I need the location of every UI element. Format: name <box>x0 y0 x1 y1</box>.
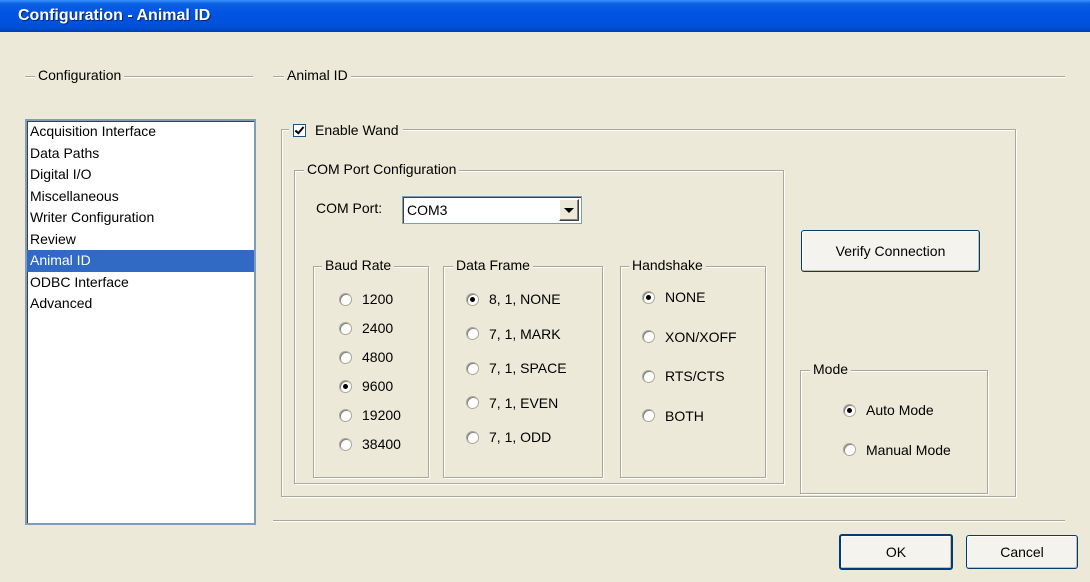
handshake-radio-rts-cts[interactable]: RTS/CTS <box>642 368 725 384</box>
baud-option-label: 4800 <box>362 349 394 365</box>
configuration-group-label: Configuration <box>35 67 125 83</box>
dropdown-arrow-button[interactable] <box>559 199 579 221</box>
nav-item-miscellaneous[interactable]: Miscellaneous <box>27 186 254 208</box>
data-frame-radio-7-1-mark[interactable]: 7, 1, MARK <box>466 326 561 342</box>
enable-wand-label: Enable Wand <box>315 122 399 138</box>
handshake-option-label: NONE <box>665 289 706 305</box>
radio-circle-icon[interactable] <box>339 321 352 335</box>
data-frame-option-label: 7, 1, MARK <box>489 325 561 342</box>
radio-circle-icon[interactable] <box>642 290 655 304</box>
data-frame-option-label: 7, 1, ODD <box>489 429 552 445</box>
nav-item-advanced[interactable]: Advanced <box>27 293 254 315</box>
mode-frame <box>800 370 988 494</box>
baud-option-label: 19200 <box>362 407 401 423</box>
radio-circle-icon[interactable] <box>339 350 352 364</box>
data-frame-radio-7-1-space[interactable]: 7, 1, SPACE <box>466 360 567 376</box>
verify-connection-button[interactable]: Verify Connection <box>801 230 980 272</box>
handshake-option-label: BOTH <box>665 407 704 424</box>
radio-circle-icon[interactable] <box>642 409 655 422</box>
mode-radio-auto-mode[interactable]: Auto Mode <box>843 402 934 418</box>
handshake-radio-xon-xoff[interactable]: XON/XOFF <box>642 329 737 345</box>
data-frame-radio-8-1-none[interactable]: 8, 1, NONE <box>466 291 561 307</box>
handshake-radio-both[interactable]: BOTH <box>642 408 704 424</box>
data-frame-option-label: 7, 1, EVEN <box>489 394 559 411</box>
checkbox-box[interactable] <box>293 123 306 137</box>
mode-option-label: Auto Mode <box>866 402 934 418</box>
data-frame-label: Data Frame <box>453 257 533 273</box>
mode-option-label: Manual Mode <box>866 441 951 458</box>
baud-radio-9600[interactable]: 9600 <box>339 378 393 394</box>
baud-rate-label: Baud Rate <box>322 257 395 273</box>
nav-item-data-paths[interactable]: Data Paths <box>27 143 254 165</box>
radio-circle-icon[interactable] <box>466 327 479 340</box>
baud-option-label: 38400 <box>362 436 401 452</box>
nav-item-acquisition-interface[interactable]: Acquisition Interface <box>27 121 254 143</box>
radio-circle-icon[interactable] <box>339 437 352 451</box>
configuration-list[interactable]: Acquisition Interface Data Paths Digital I… <box>25 119 256 525</box>
radio-circle-icon[interactable] <box>642 330 655 343</box>
com-port-select[interactable]: COM3 <box>402 196 582 224</box>
radio-circle-icon[interactable] <box>339 379 352 393</box>
nav-item-writer-configuration[interactable]: Writer Configuration <box>27 207 254 229</box>
data-frame-radio-7-1-even[interactable]: 7, 1, EVEN <box>466 395 558 411</box>
baud-radio-4800[interactable]: 4800 <box>339 349 393 365</box>
radio-circle-icon[interactable] <box>466 430 479 444</box>
com-port-label: COM Port: <box>316 200 383 216</box>
animal-id-group-line <box>273 76 1065 78</box>
mode-radio-manual-mode[interactable]: Manual Mode <box>843 442 951 458</box>
data-frame-option-label: 7, 1, SPACE <box>489 360 567 376</box>
handshake-label: Handshake <box>629 257 706 273</box>
com-port-value: COM3 <box>407 202 448 218</box>
cancel-button[interactable]: Cancel <box>966 535 1078 569</box>
nav-item-digital-i-o[interactable]: Digital I/O <box>27 164 254 186</box>
handshake-option-label: RTS/CTS <box>665 368 725 384</box>
baud-option-label: 2400 <box>362 320 394 336</box>
nav-item-review[interactable]: Review <box>27 229 254 251</box>
nav-item-animal-id[interactable]: Animal ID <box>27 250 254 272</box>
mode-label: Mode <box>810 361 852 377</box>
baud-radio-19200[interactable]: 19200 <box>339 407 401 423</box>
baud-radio-38400[interactable]: 38400 <box>339 436 401 452</box>
radio-circle-icon[interactable] <box>339 292 352 306</box>
baud-option-label: 9600 <box>362 378 394 394</box>
radio-circle-icon[interactable] <box>843 443 856 456</box>
handshake-option-label: XON/XOFF <box>665 328 737 345</box>
title-bar[interactable]: Configuration - Animal ID <box>0 0 1090 32</box>
ok-button[interactable]: OK <box>839 534 953 570</box>
radio-circle-icon[interactable] <box>466 361 479 375</box>
com-port-config-label: COM Port Configuration <box>304 161 460 177</box>
baud-radio-1200[interactable]: 1200 <box>339 291 393 307</box>
enable-wand-checkbox[interactable]: Enable Wand <box>289 121 403 139</box>
radio-circle-icon[interactable] <box>339 408 352 422</box>
animal-id-group-label: Animal ID <box>284 67 351 83</box>
radio-circle-icon[interactable] <box>843 403 856 417</box>
radio-circle-icon[interactable] <box>466 292 479 306</box>
window-title: Configuration - Animal ID <box>18 7 211 24</box>
radio-circle-icon[interactable] <box>466 396 479 409</box>
baud-option-label: 1200 <box>362 291 394 307</box>
footer-separator <box>273 520 1065 522</box>
data-frame-option-label: 8, 1, NONE <box>489 291 561 307</box>
radio-circle-icon[interactable] <box>642 369 655 383</box>
nav-item-odbc-interface[interactable]: ODBC Interface <box>27 272 254 294</box>
handshake-radio-none[interactable]: NONE <box>642 289 705 305</box>
data-frame-radio-7-1-odd[interactable]: 7, 1, ODD <box>466 429 551 445</box>
baud-radio-2400[interactable]: 2400 <box>339 320 393 336</box>
chevron-down-icon <box>564 207 574 213</box>
